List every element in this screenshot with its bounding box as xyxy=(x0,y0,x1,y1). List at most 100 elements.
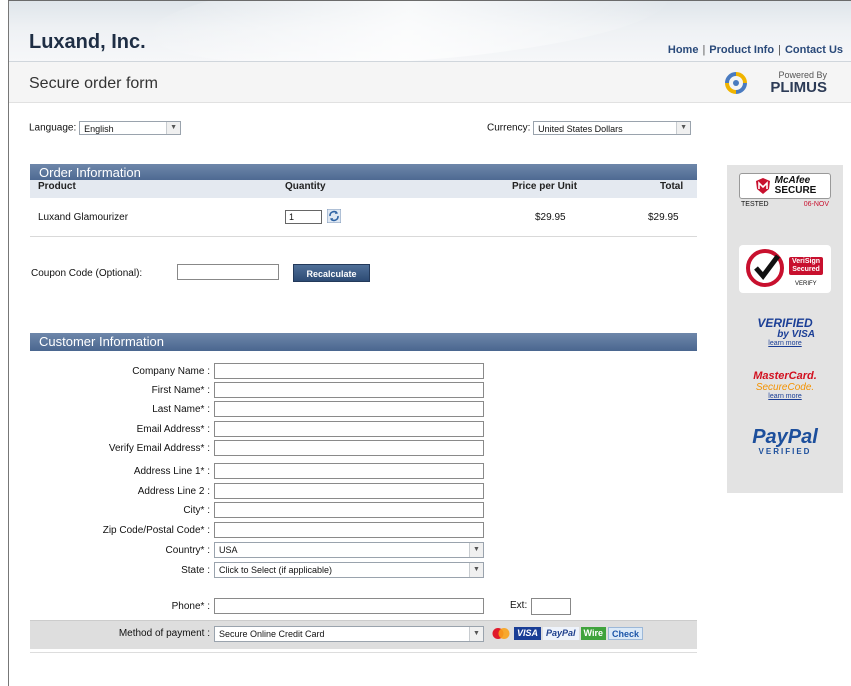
chevron-down-icon: ▼ xyxy=(469,563,483,577)
form-bottom-line xyxy=(30,652,697,653)
customer-section-title: Customer Information xyxy=(30,333,697,351)
verisign-line1: VeriSign xyxy=(792,258,821,265)
address-line1-label: Address Line 1* : xyxy=(133,466,210,477)
currency-row: Currency: United States Dollars ▼ xyxy=(487,121,692,135)
plimus-logo: Powered By PLIMUS xyxy=(723,70,843,96)
verisign-badge[interactable]: VeriSign Secured VERIFY xyxy=(739,245,831,293)
site-header: Luxand, Inc. Home | Product Info | Contact U… xyxy=(9,1,851,62)
language-label: Language: xyxy=(29,122,77,134)
state-select[interactable]: Click to Select (if applicable) ▼ xyxy=(214,562,484,578)
mc-line2: SecureCode. xyxy=(755,382,815,393)
plimus-icon xyxy=(725,72,747,94)
state-select-wrap: Click to Select (if applicable) ▼ xyxy=(214,562,484,578)
page-title: Secure order form xyxy=(29,75,158,92)
city-input[interactable] xyxy=(214,502,484,518)
state-value: Click to Select (if applicable) xyxy=(219,565,333,575)
address-line2-label: Address Line 2 : xyxy=(137,486,210,497)
payment-label: Method of payment : xyxy=(118,628,210,639)
trust-badges-panel: McAfee SECURE TESTED 06-NOV VeriSign Sec… xyxy=(727,165,843,493)
mcafee-tested: TESTED xyxy=(741,201,769,208)
total-price: $29.95 xyxy=(648,212,679,223)
currency-label: Currency: xyxy=(487,122,531,134)
payment-select-wrap: Secure Online Credit Card ▼ xyxy=(214,626,484,642)
check-icon: Check xyxy=(607,626,643,640)
col-price: Price per Unit xyxy=(512,181,578,192)
top-links: Home | Product Info | Contact Us xyxy=(668,44,843,56)
col-total: Total xyxy=(660,181,684,192)
recalculate-button[interactable]: Recalculate xyxy=(293,264,370,282)
last-name-label: Last Name* : xyxy=(152,404,210,415)
paypal-icon: PayPal xyxy=(543,626,579,640)
language-value: English xyxy=(84,124,114,134)
visa-line1: VERIFIED xyxy=(757,316,813,330)
payment-value: Secure Online Credit Card xyxy=(219,629,325,639)
last-name-input[interactable] xyxy=(214,401,484,417)
mastercard-icon xyxy=(492,627,510,639)
state-label: State : xyxy=(181,565,210,576)
verify-email-input[interactable] xyxy=(214,440,484,456)
city-label: City* : xyxy=(183,505,210,516)
link-separator: | xyxy=(778,44,781,56)
company-name-input[interactable] xyxy=(214,363,484,379)
first-name-label: First Name* : xyxy=(151,385,210,396)
header-decoration xyxy=(146,1,672,61)
payment-select[interactable]: Secure Online Credit Card ▼ xyxy=(214,626,484,642)
paypal-verified-badge[interactable]: PayPal VERIFIED xyxy=(739,427,831,456)
mcafee-date: 06-NOV xyxy=(803,201,829,208)
order-column-header xyxy=(30,180,697,198)
link-separator: | xyxy=(702,44,706,56)
language-select[interactable]: English ▼ xyxy=(79,121,182,135)
quantity-input[interactable]: 1 xyxy=(285,210,322,224)
chevron-down-icon: ▼ xyxy=(469,627,483,641)
verified-by-visa-badge[interactable]: VERIFIED by VISA learn more xyxy=(739,317,831,347)
paypal-line1: PayPal xyxy=(752,426,818,448)
refresh-icon[interactable] xyxy=(327,209,341,223)
chevron-down-icon: ▼ xyxy=(166,122,181,134)
subheader: Secure order form Powered By PLIMUS xyxy=(9,62,851,103)
country-label: Country* : xyxy=(165,545,210,556)
unit-price: $29.95 xyxy=(535,212,566,223)
coupon-label: Coupon Code (Optional): xyxy=(31,268,143,279)
verisign-line2: Secured xyxy=(792,266,820,273)
paypal-line2: VERIFIED xyxy=(758,447,812,456)
visa-learn-more[interactable]: learn more xyxy=(739,340,831,347)
ext-input[interactable] xyxy=(531,598,571,615)
zip-input[interactable] xyxy=(214,522,484,538)
country-value: USA xyxy=(219,545,238,555)
country-select[interactable]: USA ▼ xyxy=(214,542,484,558)
currency-select[interactable]: United States Dollars ▼ xyxy=(533,121,692,135)
chevron-down-icon: ▼ xyxy=(676,122,691,134)
row-divider xyxy=(30,236,697,237)
first-name-input[interactable] xyxy=(214,382,484,398)
coupon-input[interactable] xyxy=(177,264,279,280)
verisign-check-icon xyxy=(746,249,784,287)
mcafee-badge[interactable]: McAfee SECURE TESTED 06-NOV xyxy=(739,173,831,208)
address-line1-input[interactable] xyxy=(214,463,484,479)
company-name-label: Company Name : xyxy=(132,366,210,377)
country-select-wrap: USA ▼ xyxy=(214,542,484,558)
phone-label: Phone* : xyxy=(171,601,210,612)
home-link[interactable]: Home xyxy=(668,44,699,56)
contact-us-link[interactable]: Contact Us xyxy=(785,44,843,56)
ext-label: Ext: xyxy=(510,600,528,611)
verify-email-label: Verify Email Address* : xyxy=(108,443,210,454)
phone-input[interactable] xyxy=(214,598,484,614)
email-input[interactable] xyxy=(214,421,484,437)
wire-icon: Wire xyxy=(580,626,606,640)
mastercard-securecode-badge[interactable]: MasterCard. SecureCode. learn more xyxy=(739,371,831,401)
zip-label: Zip Code/Postal Code* : xyxy=(102,525,210,536)
company-name: Luxand, Inc. xyxy=(29,31,146,53)
col-quantity: Quantity xyxy=(285,181,326,192)
mcafee-shield-icon xyxy=(755,178,770,194)
verisign-verify: VERIFY xyxy=(795,281,817,287)
plimus-label: PLIMUS xyxy=(770,79,827,96)
currency-value: United States Dollars xyxy=(538,124,623,134)
product-info-link[interactable]: Product Info xyxy=(709,44,774,56)
language-row: Language: English ▼ xyxy=(29,121,182,135)
email-label: Email Address* : xyxy=(136,424,210,435)
visa-icon: VISA xyxy=(514,626,542,640)
mc-learn-more[interactable]: learn more xyxy=(739,393,831,400)
address-line2-input[interactable] xyxy=(214,483,484,499)
mcafee-sub: SECURE xyxy=(774,185,817,196)
col-product: Product xyxy=(38,181,76,192)
